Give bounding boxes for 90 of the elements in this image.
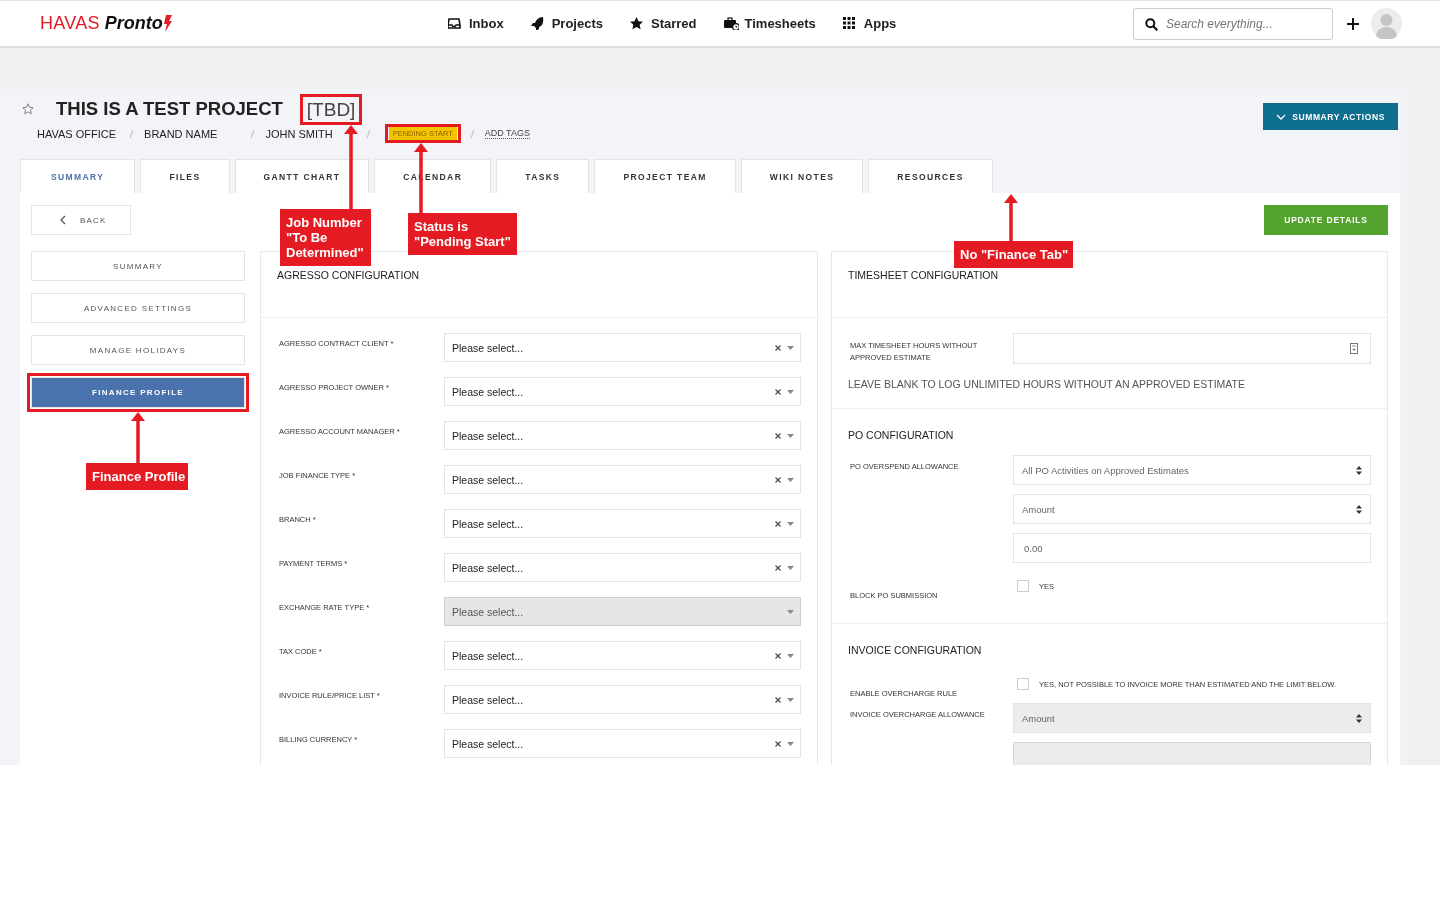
select-field[interactable]: Please select... — [444, 729, 801, 758]
clear-icon[interactable] — [775, 564, 781, 571]
lightning-icon — [162, 15, 172, 32]
section-title: PO CONFIGURATION — [848, 429, 955, 441]
section-title: INVOICE CONFIGURATION — [848, 644, 983, 656]
select-field: Please select... — [444, 597, 801, 626]
annotation-label: Status is "Pending Start" — [408, 213, 517, 255]
annotation-label: No "Finance Tab" — [954, 241, 1073, 268]
tab[interactable]: FILES — [140, 159, 230, 193]
plus-icon[interactable] — [1347, 17, 1359, 30]
tab[interactable]: TASKS — [496, 159, 590, 193]
tab[interactable]: WIKI NOTES — [740, 159, 864, 193]
chevron-left-icon — [60, 215, 66, 225]
caret-icon — [787, 609, 794, 614]
clear-icon[interactable] — [775, 652, 781, 659]
tab[interactable]: PROJECT TEAM — [594, 159, 736, 193]
select-field[interactable]: Please select... — [444, 553, 801, 582]
select-field[interactable]: Please select... — [444, 421, 801, 450]
select-field[interactable]: Amount — [1013, 494, 1371, 524]
nav-link[interactable]: Apps — [842, 16, 897, 31]
clear-icon[interactable] — [775, 432, 781, 439]
checkbox[interactable] — [1017, 580, 1029, 592]
tab[interactable]: SUMMARY — [20, 159, 136, 193]
select-field[interactable]: All PO Activities on Approved Estimates — [1013, 455, 1371, 485]
caret-icon — [787, 653, 794, 658]
clear-icon[interactable] — [775, 344, 781, 351]
sort-icon — [1356, 504, 1362, 514]
highlight-frame — [299, 93, 363, 125]
star-icon — [630, 17, 645, 30]
nav-link[interactable]: Inbox — [448, 16, 504, 31]
tab[interactable]: RESOURCES — [868, 159, 993, 193]
select-field[interactable]: Please select... — [444, 377, 801, 406]
select-field: Amount — [1013, 703, 1371, 733]
sort-icon — [1356, 713, 1362, 723]
search-icon — [1145, 17, 1158, 31]
rocket-icon — [530, 17, 546, 30]
tray-icon — [448, 17, 463, 30]
caret-icon — [787, 345, 794, 350]
caret-icon — [787, 521, 794, 526]
section-title: AGRESSO CONFIGURATION — [277, 269, 421, 281]
job-number: [TBD] — [306, 99, 356, 119]
sidebar-item[interactable]: FINANCE PROFILE — [31, 377, 245, 408]
section-title: TIMESHEET CONFIGURATION — [848, 269, 1000, 281]
sidebar-item[interactable]: ADVANCED SETTINGS — [31, 293, 245, 323]
nav-link[interactable]: Projects — [530, 16, 603, 31]
summary-actions-button[interactable]: SUMMARY ACTIONS — [1263, 103, 1398, 130]
breadcrumb-link[interactable]: BRAND NAME — [144, 127, 218, 140]
input-field[interactable]: 0.00 — [1013, 533, 1371, 563]
clear-icon[interactable] — [775, 520, 781, 527]
star-icon[interactable] — [22, 103, 34, 115]
number-field[interactable] — [1013, 333, 1371, 364]
caret-icon — [787, 433, 794, 438]
search-field[interactable]: Search everything... — [1133, 7, 1333, 40]
breadcrumb-link[interactable]: JOHN SMITH — [265, 127, 333, 140]
hint-text: LEAVE BLANK TO LOG UNLIMITED HOURS WITHOUT AN APPROVED ESTIMATE — [848, 378, 1246, 390]
select-field[interactable]: Please select... — [444, 333, 801, 362]
product-name: Pronto — [104, 13, 163, 34]
checkbox[interactable] — [1017, 678, 1029, 690]
caret-icon — [787, 565, 794, 570]
briefcase-icon — [723, 17, 739, 30]
clear-icon[interactable] — [775, 476, 781, 483]
annotation-label: Finance Profile — [86, 463, 188, 490]
chevron-down-icon — [1276, 113, 1287, 120]
select-field[interactable]: Please select... — [444, 685, 801, 714]
annotation-arrow — [1003, 194, 1019, 241]
annotation-arrow — [130, 412, 146, 463]
back-button[interactable]: BACK — [31, 205, 131, 235]
nav-link[interactable]: Timesheets — [723, 16, 816, 31]
add-tags-link[interactable]: ADD TAGS — [484, 128, 530, 139]
nav-link[interactable]: Starred — [630, 16, 697, 31]
brand-name: HAVAS — [40, 13, 100, 34]
clear-icon[interactable] — [775, 696, 781, 703]
sort-icon — [1356, 465, 1362, 475]
project-title: THIS IS A TEST PROJECT — [56, 98, 283, 120]
clear-icon[interactable] — [775, 740, 781, 747]
sidebar-item[interactable]: MANAGE HOLIDAYS — [31, 335, 245, 365]
caret-icon — [787, 477, 794, 482]
sidebar-item[interactable]: SUMMARY — [31, 251, 245, 281]
select-field[interactable]: Please select... — [444, 641, 801, 670]
caret-icon — [787, 389, 794, 394]
grid-icon — [842, 17, 858, 30]
clear-icon[interactable] — [775, 388, 781, 395]
select-field[interactable]: Please select... — [444, 465, 801, 494]
tab[interactable]: GANTT CHART — [234, 159, 370, 193]
caret-icon — [787, 697, 794, 702]
breadcrumb-link[interactable]: HAVAS OFFICE — [37, 127, 117, 140]
calculator-icon — [1350, 343, 1358, 354]
select-field[interactable]: Please select... — [444, 509, 801, 538]
caret-icon — [787, 741, 794, 746]
annotation-label: Job Number "To Be Determined" — [280, 209, 371, 266]
